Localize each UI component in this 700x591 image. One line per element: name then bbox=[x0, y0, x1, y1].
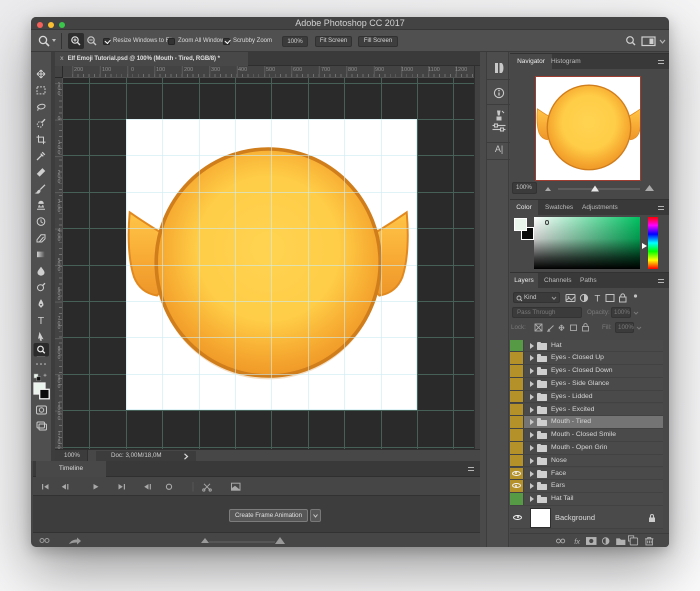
svg-text:T: T bbox=[38, 315, 45, 327]
svg-text:T: T bbox=[595, 293, 601, 303]
svg-text:fx: fx bbox=[574, 537, 580, 546]
